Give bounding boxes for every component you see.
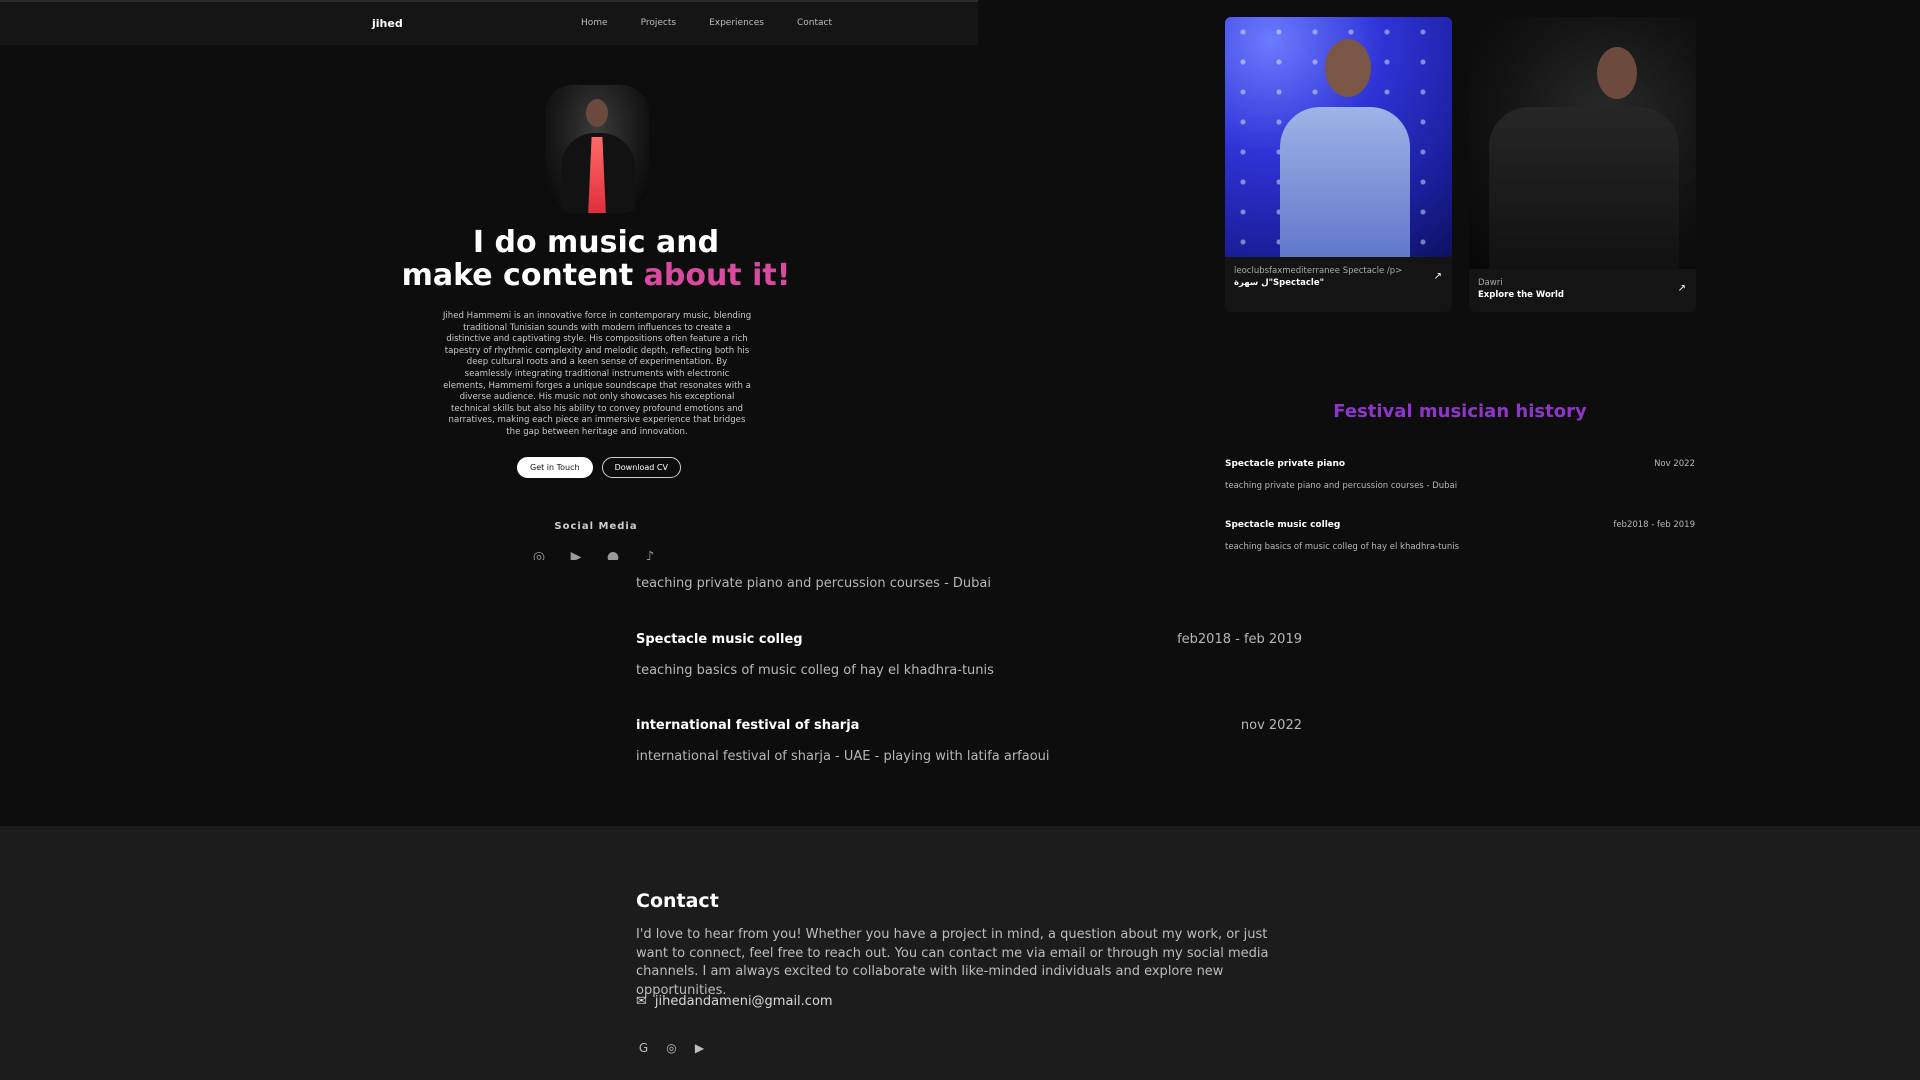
headline-line2: make content about it!	[400, 259, 792, 292]
experience-desc: teaching basics of music colleg of hay e…	[636, 663, 994, 678]
experience-desc: teaching private piano and percussion co…	[636, 576, 991, 591]
hero-panel: jihed Home Projects Experiences Contact …	[0, 0, 978, 560]
contact-title: Contact	[636, 890, 719, 912]
headline-line1: I do music and	[472, 225, 720, 260]
experience-item: Spectacle music colleg feb2018 - feb 201…	[636, 632, 1302, 678]
google-icon[interactable]: G	[636, 1041, 651, 1056]
experience-item: international festival of sharja nov 202…	[636, 718, 1302, 764]
youtube-icon[interactable]: ▶	[692, 1041, 707, 1056]
headline-line2-text: make content	[401, 258, 644, 293]
experience-item: teaching private piano and percussion co…	[636, 576, 1302, 591]
mail-icon: ✉	[636, 994, 647, 1009]
facebook-icon[interactable]: ●	[604, 548, 622, 560]
social-icons: ◎ ▶ ● ♪	[530, 548, 659, 560]
experience-name: Spectacle music colleg	[636, 632, 803, 647]
contact-text: I'd love to hear from you! Whether you h…	[636, 927, 1269, 998]
contact-social-icons: G ◎ ▶	[636, 1041, 707, 1056]
hero-actions: Get in Touch Download CV	[517, 457, 681, 478]
project-photo	[1469, 17, 1696, 269]
project-title: ل سهرة"Spectacle"	[1234, 278, 1325, 288]
experience-date: feb2018 - feb 2019	[1177, 632, 1302, 647]
project-meta: Dawri Explore the World ↗	[1469, 269, 1696, 309]
tiktok-icon[interactable]: ♪	[641, 548, 659, 560]
nav-experiences[interactable]: Experiences	[709, 18, 764, 28]
contact-section: Contact I'd love to hear from you! Wheth…	[0, 826, 1920, 1080]
history-title: Festival musician history	[1333, 401, 1587, 422]
instagram-icon[interactable]: ◎	[530, 548, 548, 560]
youtube-icon[interactable]: ▶	[567, 548, 585, 560]
instagram-icon[interactable]: ◎	[664, 1041, 679, 1056]
project-photo	[1225, 17, 1452, 257]
nav-projects[interactable]: Projects	[641, 18, 676, 28]
history-desc: teaching basics of music colleg of hay e…	[1225, 542, 1460, 552]
history-item: Spectacle music colleg feb2018 - feb 201…	[1225, 520, 1695, 552]
history-item: Spectacle private piano Nov 2022 teachin…	[1225, 459, 1695, 491]
experience-name: international festival of sharja	[636, 718, 860, 733]
bio-text: Jihed Hammemi is an innovative force in …	[442, 311, 752, 437]
page-title: I do music and make content about it!	[400, 226, 792, 292]
experience-date: nov 2022	[1240, 718, 1302, 733]
contact-email[interactable]: ✉ jihedandameni@gmail.com	[636, 994, 833, 1009]
project-title: Explore the World	[1478, 290, 1564, 300]
project-subtitle: leoclubsfaxmediterranee Spectacle /p>	[1234, 266, 1403, 276]
project-card[interactable]: Dawri Explore the World ↗	[1469, 17, 1696, 312]
project-subtitle: Dawri	[1478, 278, 1503, 288]
history-desc: teaching private piano and percussion co…	[1225, 481, 1458, 491]
top-navbar: jihed Home Projects Experiences Contact	[0, 0, 978, 45]
nav-menu: Home Projects Experiences Contact	[581, 18, 832, 28]
download-cv-button[interactable]: Download CV	[601, 457, 681, 478]
history-date: feb2018 - feb 2019	[1613, 520, 1695, 530]
nav-contact[interactable]: Contact	[797, 18, 832, 28]
avatar	[545, 85, 649, 213]
experience-desc: international festival of sharja - UAE -…	[636, 749, 1050, 764]
history-date: Nov 2022	[1654, 459, 1695, 469]
nav-home[interactable]: Home	[581, 18, 608, 28]
project-meta: leoclubsfaxmediterranee Spectacle /p> ل …	[1225, 257, 1452, 297]
history-name: Spectacle private piano	[1225, 459, 1346, 469]
external-link-icon[interactable]: ↗	[1434, 271, 1442, 282]
headline-accent: about it!	[643, 258, 791, 293]
email-address[interactable]: jihedandameni@gmail.com	[655, 994, 833, 1009]
get-in-touch-button[interactable]: Get in Touch	[517, 457, 593, 478]
external-link-icon[interactable]: ↗	[1678, 283, 1686, 294]
social-media-title: Social Media	[554, 521, 638, 532]
project-card[interactable]: leoclubsfaxmediterranee Spectacle /p> ل …	[1225, 17, 1452, 312]
history-name: Spectacle music colleg	[1225, 520, 1341, 530]
brand-logo[interactable]: jihed	[372, 17, 403, 30]
